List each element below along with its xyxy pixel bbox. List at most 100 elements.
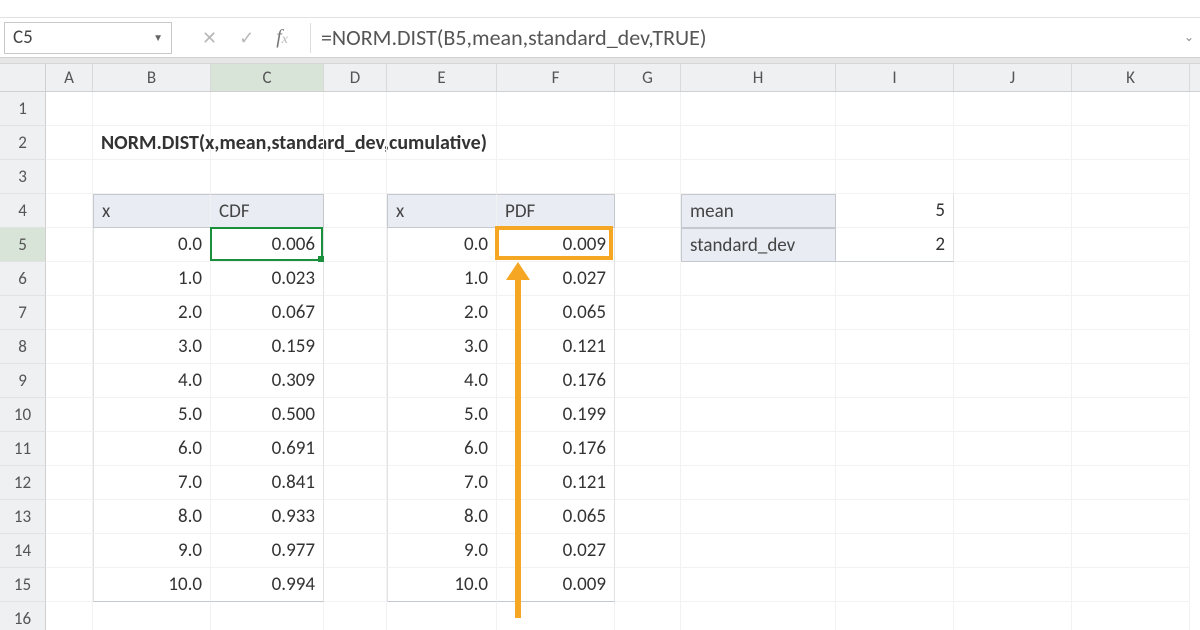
- cell-D15[interactable]: [324, 568, 387, 602]
- cell-C3[interactable]: [211, 160, 324, 194]
- cell-I12[interactable]: [836, 466, 954, 500]
- cell-F14[interactable]: 0.027: [497, 534, 615, 568]
- cell-G12[interactable]: [615, 466, 681, 500]
- cell-I4[interactable]: 5: [836, 194, 954, 228]
- cell-E7[interactable]: 2.0: [387, 296, 497, 330]
- cell-J1[interactable]: [954, 92, 1072, 126]
- cell-J2[interactable]: [954, 126, 1072, 160]
- cell-C11[interactable]: 0.691: [211, 432, 324, 466]
- cell-B13[interactable]: 8.0: [93, 500, 211, 534]
- row-header-6[interactable]: 6: [0, 262, 46, 296]
- cell-H7[interactable]: [681, 296, 836, 330]
- cell-I11[interactable]: [836, 432, 954, 466]
- cell-E14[interactable]: 9.0: [387, 534, 497, 568]
- cell-B8[interactable]: 3.0: [93, 330, 211, 364]
- cell-I5[interactable]: 2: [836, 228, 954, 262]
- cell-E11[interactable]: 6.0: [387, 432, 497, 466]
- cell-I10[interactable]: [836, 398, 954, 432]
- row-header-4[interactable]: 4: [0, 194, 46, 228]
- cell-D6[interactable]: [324, 262, 387, 296]
- cell-B9[interactable]: 4.0: [93, 364, 211, 398]
- cell-B7[interactable]: 2.0: [93, 296, 211, 330]
- cell-I9[interactable]: [836, 364, 954, 398]
- col-header-I[interactable]: I: [836, 64, 954, 91]
- cell-E6[interactable]: 1.0: [387, 262, 497, 296]
- cell-A6[interactable]: [46, 262, 93, 296]
- cell-J5[interactable]: [954, 228, 1072, 262]
- cell-A1[interactable]: [46, 92, 93, 126]
- select-all-corner[interactable]: [0, 64, 46, 91]
- cell-J8[interactable]: [954, 330, 1072, 364]
- cell-D12[interactable]: [324, 466, 387, 500]
- cell-I13[interactable]: [836, 500, 954, 534]
- cell-E10[interactable]: 5.0: [387, 398, 497, 432]
- cell-C8[interactable]: 0.159: [211, 330, 324, 364]
- cell-B3[interactable]: [93, 160, 211, 194]
- cell-J16[interactable]: [954, 602, 1072, 630]
- cell-G16[interactable]: [615, 602, 681, 630]
- cell-E4[interactable]: x: [387, 194, 497, 228]
- cell-A7[interactable]: [46, 296, 93, 330]
- row-header-5[interactable]: 5: [0, 228, 46, 262]
- cell-F3[interactable]: [497, 160, 615, 194]
- cell-G6[interactable]: [615, 262, 681, 296]
- row-header-1[interactable]: 1: [0, 92, 46, 126]
- cell-E12[interactable]: 7.0: [387, 466, 497, 500]
- cell-H14[interactable]: [681, 534, 836, 568]
- cell-I3[interactable]: [836, 160, 954, 194]
- cell-C15[interactable]: 0.994: [211, 568, 324, 602]
- accept-icon[interactable]: ✓: [239, 27, 254, 49]
- cell-J11[interactable]: [954, 432, 1072, 466]
- cell-I8[interactable]: [836, 330, 954, 364]
- cell-F11[interactable]: 0.176: [497, 432, 615, 466]
- cell-D9[interactable]: [324, 364, 387, 398]
- cell-A5[interactable]: [46, 228, 93, 262]
- cell-D8[interactable]: [324, 330, 387, 364]
- cell-F2[interactable]: [497, 126, 615, 160]
- cell-B12[interactable]: 7.0: [93, 466, 211, 500]
- cell-A2[interactable]: [46, 126, 93, 160]
- row-header-8[interactable]: 8: [0, 330, 46, 364]
- cell-K12[interactable]: [1072, 466, 1190, 500]
- cell-H5[interactable]: standard_dev: [681, 228, 836, 262]
- cell-J7[interactable]: [954, 296, 1072, 330]
- cell-D16[interactable]: [324, 602, 387, 630]
- cell-G9[interactable]: [615, 364, 681, 398]
- cell-C6[interactable]: 0.023: [211, 262, 324, 296]
- cell-B6[interactable]: 1.0: [93, 262, 211, 296]
- cell-C1[interactable]: [211, 92, 324, 126]
- cell-H12[interactable]: [681, 466, 836, 500]
- cell-A15[interactable]: [46, 568, 93, 602]
- cell-K6[interactable]: [1072, 262, 1190, 296]
- cell-D10[interactable]: [324, 398, 387, 432]
- cell-H9[interactable]: [681, 364, 836, 398]
- cell-A4[interactable]: [46, 194, 93, 228]
- cell-F5[interactable]: 0.009: [497, 228, 615, 262]
- cell-H15[interactable]: [681, 568, 836, 602]
- name-box[interactable]: C5 ▼: [4, 22, 172, 54]
- cell-D4[interactable]: [324, 194, 387, 228]
- cell-G1[interactable]: [615, 92, 681, 126]
- cell-B5[interactable]: 0.0: [93, 228, 211, 262]
- cell-G13[interactable]: [615, 500, 681, 534]
- row-header-3[interactable]: 3: [0, 160, 46, 194]
- row-header-13[interactable]: 13: [0, 500, 46, 534]
- cell-E15[interactable]: 10.0: [387, 568, 497, 602]
- cell-I15[interactable]: [836, 568, 954, 602]
- cell-E2[interactable]: [387, 126, 497, 160]
- cell-H6[interactable]: [681, 262, 836, 296]
- cell-H1[interactable]: [681, 92, 836, 126]
- cell-K3[interactable]: [1072, 160, 1190, 194]
- cell-C9[interactable]: 0.309: [211, 364, 324, 398]
- row-header-2[interactable]: 2: [0, 126, 46, 160]
- cell-I1[interactable]: [836, 92, 954, 126]
- cell-D1[interactable]: [324, 92, 387, 126]
- cell-G3[interactable]: [615, 160, 681, 194]
- cell-C10[interactable]: 0.500: [211, 398, 324, 432]
- cell-K11[interactable]: [1072, 432, 1190, 466]
- cell-D14[interactable]: [324, 534, 387, 568]
- cell-E9[interactable]: 4.0: [387, 364, 497, 398]
- cell-J6[interactable]: [954, 262, 1072, 296]
- cell-H8[interactable]: [681, 330, 836, 364]
- cell-A11[interactable]: [46, 432, 93, 466]
